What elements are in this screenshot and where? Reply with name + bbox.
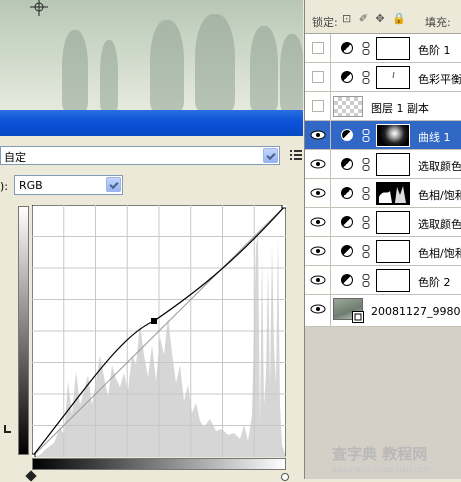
- eye-icon[interactable]: [310, 275, 326, 285]
- channel-select[interactable]: RGB: [14, 175, 123, 195]
- output-gradient-bar: [18, 206, 29, 455]
- channel-value: RGB: [19, 179, 43, 192]
- preset-select[interactable]: 自定: [0, 146, 280, 165]
- link-chain-icon: [362, 71, 370, 84]
- layer-name: 20081127_9980af: [371, 305, 461, 318]
- layer-row[interactable]: 色阶 2: [305, 266, 461, 295]
- layer-thumbnail[interactable]: [333, 96, 363, 117]
- adjustment-layer-icon: [341, 245, 353, 257]
- layer-mask-thumbnail[interactable]: [376, 182, 410, 205]
- adjustment-layer-icon: [341, 129, 353, 141]
- layer-row[interactable]: 20081127_9980af: [305, 295, 461, 327]
- link-chain-icon: [362, 216, 370, 229]
- curves-dialog-titlebar[interactable]: [0, 110, 303, 136]
- visibility-toggle[interactable]: [305, 266, 331, 294]
- adjustment-layer-icon: [341, 158, 353, 170]
- layer-row[interactable]: 选取颜色: [305, 208, 461, 237]
- preset-value: 自定: [4, 151, 26, 164]
- layer-row[interactable]: 图层 1 副本: [305, 92, 461, 121]
- eye-icon[interactable]: [310, 130, 326, 140]
- layer-name: 图层 1 副本: [371, 102, 429, 115]
- input-gradient-bar: [32, 458, 286, 470]
- link-chain-icon: [362, 245, 370, 258]
- layer-name: 色阶 1: [418, 44, 451, 57]
- lock-row: 锁定: ⊡ ✐ ✥ 🔒 填充:: [305, 0, 461, 34]
- channel-dropdown-button[interactable]: [106, 177, 121, 192]
- layer-name: 曲线 1: [418, 131, 451, 144]
- lock-label: 锁定:: [312, 16, 338, 29]
- watermark-sub: jiaocheng.chazidian.com: [332, 465, 432, 474]
- link-chain-icon: [362, 187, 370, 200]
- preset-options-menu-icon[interactable]: [290, 150, 302, 160]
- adjustment-layer-icon: [341, 71, 353, 83]
- layers-panel: 锁定: ⊡ ✐ ✥ 🔒 填充: 色阶 1 色彩平衡 图层 1 副本 曲线 1 选…: [304, 0, 461, 479]
- layer-mask-thumbnail[interactable]: [376, 124, 410, 147]
- link-chain-icon: [362, 42, 370, 55]
- layer-mask-thumbnail[interactable]: [376, 37, 410, 60]
- visibility-toggle[interactable]: [305, 208, 331, 236]
- eye-icon[interactable]: [310, 159, 326, 169]
- layer-mask-thumbnail[interactable]: [376, 153, 410, 176]
- white-point-slider[interactable]: [281, 473, 289, 481]
- layer-mask-thumbnail[interactable]: [376, 66, 410, 89]
- layer-mask-thumbnail[interactable]: [376, 269, 410, 292]
- curve-tool-icon[interactable]: [2, 424, 12, 434]
- layer-name: 选取颜色: [418, 160, 461, 173]
- layer-row-selected[interactable]: 曲线 1: [305, 121, 461, 150]
- visibility-toggle[interactable]: [305, 121, 331, 149]
- layer-mask-thumbnail[interactable]: [376, 240, 410, 263]
- fill-label: 填充:: [425, 16, 451, 29]
- watermark-main: 查字典 教程网: [332, 445, 428, 463]
- eyedropper-crosshair-icon: [30, 0, 48, 16]
- link-chain-icon: [362, 129, 370, 142]
- layer-row[interactable]: 色相/饱和: [305, 237, 461, 266]
- visibility-toggle[interactable]: [305, 34, 331, 62]
- layer-name: 色阶 2: [418, 276, 451, 289]
- document-canvas[interactable]: [0, 0, 303, 110]
- layer-mask-thumbnail[interactable]: [376, 211, 410, 234]
- curves-graph[interactable]: [32, 205, 286, 457]
- visibility-toggle[interactable]: [305, 150, 331, 178]
- layer-row[interactable]: 选取颜色: [305, 150, 461, 179]
- visibility-toggle[interactable]: [305, 63, 331, 91]
- visibility-toggle[interactable]: [305, 92, 331, 120]
- eye-icon[interactable]: [310, 304, 326, 314]
- link-chain-icon: [362, 274, 370, 287]
- curve-point-start[interactable]: [32, 453, 36, 457]
- layer-row[interactable]: 色彩平衡: [305, 63, 461, 92]
- visibility-toggle[interactable]: [305, 295, 331, 326]
- eye-icon[interactable]: [310, 246, 326, 256]
- smart-object-icon: [352, 311, 364, 323]
- layer-name: 选取颜色: [418, 218, 461, 231]
- eye-icon[interactable]: [310, 188, 326, 198]
- channel-label: ):: [0, 180, 8, 193]
- curve-point-end[interactable]: [281, 205, 286, 209]
- preset-dropdown-button[interactable]: [263, 148, 278, 163]
- curve-point-mid[interactable]: [151, 318, 157, 324]
- adjustment-layer-icon: [341, 187, 353, 199]
- layer-name: 色相/饱和: [418, 189, 461, 202]
- watermark: 查字典 教程网 jiaocheng.chazidian.com: [332, 443, 460, 477]
- visibility-toggle[interactable]: [305, 237, 331, 265]
- layer-name: 色彩平衡: [418, 73, 461, 86]
- eye-icon[interactable]: [310, 217, 326, 227]
- visibility-toggle[interactable]: [305, 179, 331, 207]
- layer-row[interactable]: 色阶 1: [305, 34, 461, 63]
- layer-name: 色相/饱和: [418, 247, 461, 260]
- lock-icons[interactable]: ⊡ ✐ ✥ 🔒: [342, 12, 408, 25]
- adjustment-layer-icon: [341, 274, 353, 286]
- adjustment-layer-icon: [341, 216, 353, 228]
- link-chain-icon: [362, 158, 370, 171]
- adjustment-layer-icon: [341, 42, 353, 54]
- layer-row[interactable]: 色相/饱和: [305, 179, 461, 208]
